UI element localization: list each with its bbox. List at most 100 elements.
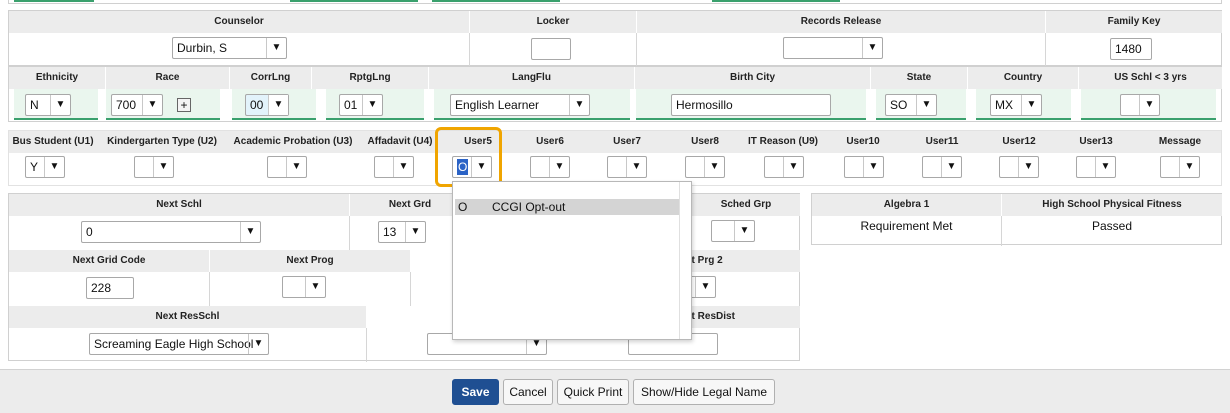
langflu-select[interactable]: English Learner ▼ xyxy=(450,94,590,116)
bus-student-value: Y xyxy=(30,160,39,174)
top-green-line xyxy=(432,0,560,2)
chevron-down-icon: ▼ xyxy=(1179,157,1199,177)
birth-city-value: Hermosillo xyxy=(676,98,733,112)
ethnicity-value: N xyxy=(30,98,39,112)
chevron-down-icon: ▼ xyxy=(305,277,325,297)
save-button[interactable]: Save xyxy=(452,379,499,405)
family-key-input[interactable]: 1480 xyxy=(1110,38,1152,60)
chevron-down-icon: ▼ xyxy=(1139,95,1159,115)
message-select[interactable]: ▼ xyxy=(1160,156,1200,178)
divider xyxy=(366,328,367,362)
us-schl-select[interactable]: ▼ xyxy=(1120,94,1160,116)
dropdown-option[interactable]: O CCGI Opt-out xyxy=(455,199,679,215)
rptglng-select[interactable]: 01 ▼ xyxy=(339,94,383,116)
top-row-remnant xyxy=(8,0,1222,4)
records-release-select[interactable]: ▼ xyxy=(783,37,883,59)
next-grd-select[interactable]: 13 ▼ xyxy=(378,221,426,243)
hs-fitness-value: Passed xyxy=(1091,219,1133,233)
cancel-button[interactable]: Cancel xyxy=(503,379,553,405)
next-grid-code-input[interactable]: 228 xyxy=(86,277,134,299)
user13-select[interactable]: ▼ xyxy=(1076,156,1116,178)
user5-dropdown-list: O CCGI Opt-out xyxy=(452,181,692,340)
chevron-down-icon: ▼ xyxy=(863,157,883,177)
it-reason-select[interactable]: ▼ xyxy=(764,156,804,178)
next-grd-value: 13 xyxy=(383,225,397,239)
rptglng-header: RptgLng xyxy=(312,67,428,89)
family-key-value: 1480 xyxy=(1115,42,1142,56)
birth-city-header: Birth City xyxy=(635,67,870,89)
race-header: Race xyxy=(106,67,229,89)
dropdown-option-code: O xyxy=(458,200,468,214)
race-select[interactable]: 700 ▼ xyxy=(111,94,163,116)
user5-highlight xyxy=(435,127,502,187)
birth-city-input[interactable]: Hermosillo xyxy=(671,94,831,116)
chevron-down-icon: ▼ xyxy=(362,95,382,115)
chevron-down-icon: ▼ xyxy=(569,95,589,115)
next-grid-code-value: 228 xyxy=(91,281,112,295)
chevron-down-icon: ▼ xyxy=(734,221,754,241)
locker-input[interactable] xyxy=(531,38,571,60)
user12-select[interactable]: ▼ xyxy=(999,156,1039,178)
top-green-line xyxy=(290,0,418,2)
corrlng-header: CorrLng xyxy=(230,67,311,89)
sched-grp-header: Sched Grp xyxy=(692,194,800,216)
next-schl-select[interactable]: 0 ▼ xyxy=(81,221,261,243)
next-schl-value: 0 xyxy=(86,225,93,239)
dropdown-option-label: CCGI Opt-out xyxy=(492,200,566,214)
divider xyxy=(209,272,210,306)
counselor-header: Counselor xyxy=(9,11,469,33)
next-resdist-label: xt ResDist xyxy=(686,311,735,322)
user10-select[interactable]: ▼ xyxy=(844,156,884,178)
counselor-select[interactable]: Durbin, S ▼ xyxy=(172,37,287,59)
message-header: Message xyxy=(1158,136,1202,147)
state-header: State xyxy=(871,67,967,89)
ethnicity-header: Ethnicity xyxy=(9,67,105,89)
algebra-value: Requirement Met xyxy=(860,219,953,233)
next-grid-code-header: Next Grid Code xyxy=(9,250,209,272)
family-key-header: Family Key xyxy=(1046,11,1222,33)
chevron-down-icon: ▼ xyxy=(1018,157,1038,177)
plus-icon: + xyxy=(180,98,188,112)
sched-grp-select[interactable]: ▼ xyxy=(711,220,755,242)
top-green-line xyxy=(712,0,840,2)
chevron-down-icon: ▼ xyxy=(286,157,306,177)
divider xyxy=(636,33,637,67)
corrlng-select[interactable]: 00 ▼ xyxy=(245,94,289,116)
next-resschl-select[interactable]: Screaming Eagle High School ▼ xyxy=(89,333,269,355)
ethnicity-select[interactable]: N ▼ xyxy=(25,94,71,116)
algebra-header: Algebra 1 xyxy=(812,194,1001,216)
academic-probation-select[interactable]: ▼ xyxy=(267,156,307,178)
kindergarten-type-select[interactable]: ▼ xyxy=(134,156,174,178)
user6-select[interactable]: ▼ xyxy=(530,156,570,178)
chevron-down-icon: ▼ xyxy=(1095,157,1115,177)
race-expand-button[interactable]: + xyxy=(177,98,191,112)
divider xyxy=(1045,33,1046,67)
bus-student-select[interactable]: Y ▼ xyxy=(25,156,65,178)
affadavit-select[interactable]: ▼ xyxy=(374,156,414,178)
chevron-down-icon: ▼ xyxy=(941,157,961,177)
rptglng-value: 01 xyxy=(344,98,358,112)
chevron-down-icon: ▼ xyxy=(44,157,64,177)
chevron-down-icon: ▼ xyxy=(405,222,425,242)
user11-select[interactable]: ▼ xyxy=(922,156,962,178)
corrlng-value: 00 xyxy=(250,98,264,112)
country-select[interactable]: MX ▼ xyxy=(990,94,1042,116)
chevron-down-icon: ▼ xyxy=(626,157,646,177)
divider xyxy=(469,33,470,67)
country-header: Country xyxy=(968,67,1078,89)
chevron-down-icon: ▼ xyxy=(862,38,882,58)
results-panel: Algebra 1 High School Physical Fitness R… xyxy=(811,193,1222,246)
chevron-down-icon: ▼ xyxy=(248,334,268,354)
chevron-down-icon: ▼ xyxy=(153,157,173,177)
country-value: MX xyxy=(995,98,1013,112)
chevron-down-icon: ▼ xyxy=(142,95,162,115)
user8-select[interactable]: ▼ xyxy=(685,156,725,178)
quick-print-button[interactable]: Quick Print xyxy=(557,379,629,405)
state-select[interactable]: SO ▼ xyxy=(885,94,937,116)
chevron-down-icon: ▼ xyxy=(268,95,288,115)
top-green-line xyxy=(14,0,94,2)
user7-select[interactable]: ▼ xyxy=(607,156,647,178)
next-prog-select[interactable]: ▼ xyxy=(282,276,326,298)
records-release-header: Records Release xyxy=(637,11,1045,33)
toggle-legal-name-button[interactable]: Show/Hide Legal Name xyxy=(633,379,775,405)
